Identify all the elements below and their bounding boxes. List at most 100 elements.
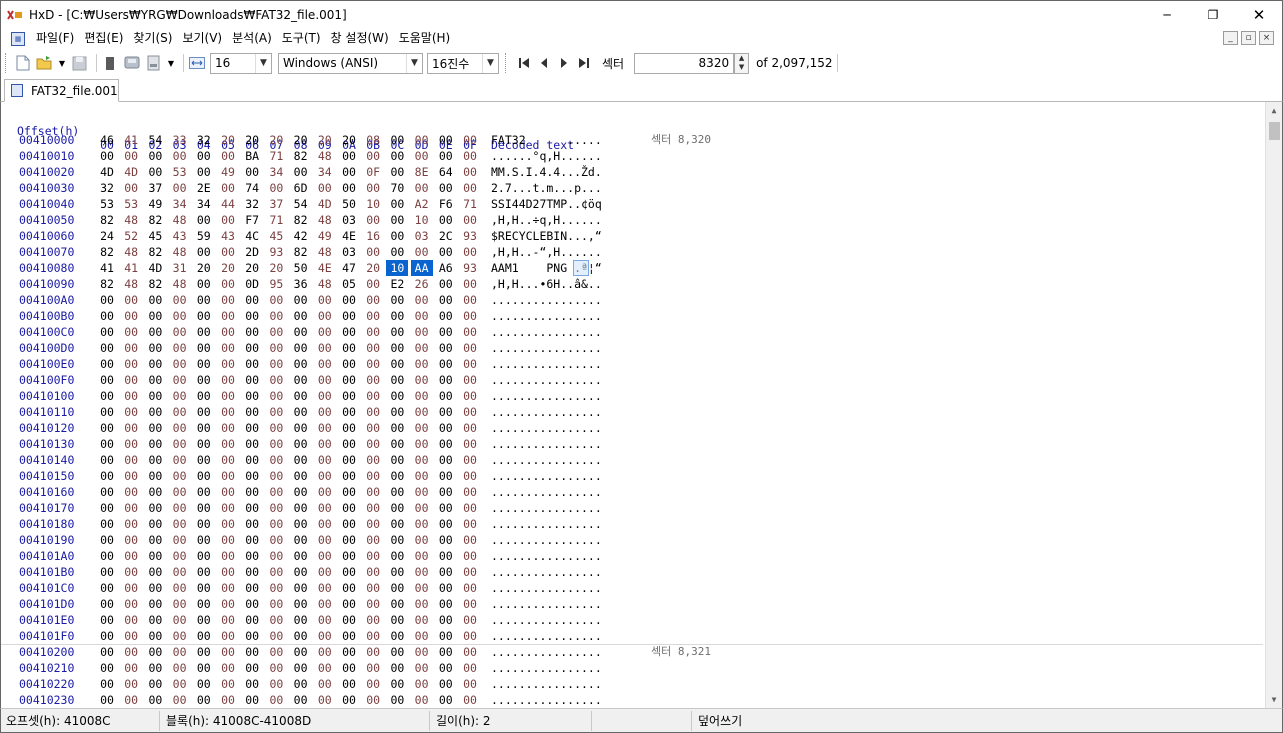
- decoded-text[interactable]: ................: [491, 548, 602, 564]
- hex-byte[interactable]: 26: [411, 276, 433, 292]
- hex-byte[interactable]: 00: [193, 356, 215, 372]
- hex-byte[interactable]: 00: [338, 164, 360, 180]
- hex-byte[interactable]: 00: [217, 484, 239, 500]
- hex-byte[interactable]: 00: [459, 580, 481, 596]
- hex-byte[interactable]: 00: [435, 404, 457, 420]
- hex-byte[interactable]: 00: [435, 420, 457, 436]
- hex-byte[interactable]: 00: [193, 212, 215, 228]
- decoded-text[interactable]: ................: [491, 484, 602, 500]
- hex-byte[interactable]: 00: [362, 372, 384, 388]
- charset-select[interactable]: Windows (ANSI) ▼: [278, 52, 423, 74]
- hex-byte[interactable]: 00: [435, 692, 457, 708]
- hex-byte[interactable]: 00: [459, 516, 481, 532]
- hex-byte[interactable]: 00: [217, 452, 239, 468]
- hex-byte[interactable]: 34: [265, 164, 287, 180]
- hex-byte[interactable]: 00: [362, 308, 384, 324]
- hex-byte[interactable]: 00: [241, 164, 263, 180]
- hex-byte[interactable]: 00: [193, 420, 215, 436]
- hex-byte[interactable]: 00: [435, 596, 457, 612]
- decoded-text[interactable]: 2.7...t.m...p...: [491, 180, 602, 196]
- hex-byte[interactable]: 00: [169, 452, 191, 468]
- hex-byte[interactable]: 82: [144, 212, 166, 228]
- hex-byte[interactable]: 00: [411, 660, 433, 676]
- hex-byte[interactable]: 00: [265, 292, 287, 308]
- hex-byte[interactable]: 00: [241, 580, 263, 596]
- hex-byte[interactable]: 00: [96, 420, 118, 436]
- hex-byte[interactable]: 00: [265, 628, 287, 644]
- hex-byte[interactable]: 82: [96, 276, 118, 292]
- hex-byte[interactable]: 00: [459, 388, 481, 404]
- hex-byte[interactable]: 50: [338, 196, 360, 212]
- hex-byte[interactable]: 00: [265, 356, 287, 372]
- hex-byte[interactable]: 00: [290, 612, 312, 628]
- hex-byte[interactable]: 00: [386, 228, 408, 244]
- hex-byte[interactable]: 00: [193, 404, 215, 420]
- hex-byte[interactable]: 00: [338, 660, 360, 676]
- hex-byte[interactable]: 00: [459, 596, 481, 612]
- hex-byte[interactable]: 00: [169, 612, 191, 628]
- hex-byte[interactable]: 00: [217, 340, 239, 356]
- hex-byte[interactable]: 00: [217, 404, 239, 420]
- menu-file[interactable]: 파일(F): [31, 28, 79, 49]
- hex-byte[interactable]: 00: [459, 692, 481, 708]
- hex-byte[interactable]: AA: [410, 260, 433, 276]
- hex-byte[interactable]: 82: [290, 244, 312, 260]
- hex-byte[interactable]: 00: [362, 500, 384, 516]
- hex-byte[interactable]: 00: [362, 516, 384, 532]
- offset-base-select[interactable]: 16진수 ▼: [427, 52, 499, 74]
- hex-byte[interactable]: 32: [193, 132, 215, 148]
- hex-byte[interactable]: 00: [193, 548, 215, 564]
- hex-byte[interactable]: 00: [362, 484, 384, 500]
- document-menu-icon[interactable]: ▦: [11, 31, 25, 46]
- hex-byte[interactable]: 00: [265, 532, 287, 548]
- hex-byte[interactable]: 00: [96, 388, 118, 404]
- hex-byte[interactable]: 00: [362, 548, 384, 564]
- hex-byte[interactable]: 00: [435, 436, 457, 452]
- hex-byte[interactable]: 00: [435, 500, 457, 516]
- hex-byte[interactable]: 00: [459, 292, 481, 308]
- hex-byte[interactable]: 00: [241, 500, 263, 516]
- hex-byte[interactable]: 00: [411, 244, 433, 260]
- hex-byte[interactable]: 00: [144, 148, 166, 164]
- hex-byte[interactable]: 00: [459, 180, 481, 196]
- hex-byte[interactable]: 00: [435, 276, 457, 292]
- hex-byte[interactable]: 00: [314, 612, 336, 628]
- hex-byte[interactable]: 00: [217, 244, 239, 260]
- hex-byte[interactable]: 00: [362, 404, 384, 420]
- hex-byte[interactable]: 45: [265, 228, 287, 244]
- hex-byte[interactable]: 00: [290, 468, 312, 484]
- hex-byte[interactable]: 20: [217, 132, 239, 148]
- hex-byte[interactable]: 43: [169, 228, 191, 244]
- hex-byte[interactable]: 20: [265, 260, 287, 276]
- open-folder-icon[interactable]: [36, 54, 54, 72]
- hex-byte[interactable]: 03: [411, 228, 433, 244]
- hex-byte[interactable]: 00: [217, 564, 239, 580]
- hex-byte[interactable]: 00: [338, 356, 360, 372]
- hex-byte[interactable]: 00: [314, 372, 336, 388]
- tab-fat32-file[interactable]: FAT32_file.001: [4, 79, 119, 102]
- hex-byte[interactable]: 00: [217, 596, 239, 612]
- hex-byte[interactable]: 00: [411, 516, 433, 532]
- hex-byte[interactable]: 00: [338, 580, 360, 596]
- hex-byte[interactable]: 00: [386, 324, 408, 340]
- hex-byte[interactable]: 03: [338, 212, 360, 228]
- hex-byte[interactable]: 49: [314, 228, 336, 244]
- hex-byte[interactable]: 20: [193, 260, 215, 276]
- hex-byte[interactable]: 00: [386, 340, 408, 356]
- hex-byte[interactable]: 00: [386, 676, 408, 692]
- hex-byte[interactable]: 00: [338, 420, 360, 436]
- hex-byte[interactable]: 00: [265, 516, 287, 532]
- hex-byte[interactable]: 00: [459, 324, 481, 340]
- hex-byte[interactable]: 37: [265, 196, 287, 212]
- hex-byte[interactable]: 00: [459, 164, 481, 180]
- hex-byte[interactable]: 00: [120, 500, 142, 516]
- hex-byte[interactable]: 00: [265, 452, 287, 468]
- hex-byte[interactable]: 00: [193, 484, 215, 500]
- hex-byte[interactable]: 00: [120, 436, 142, 452]
- decoded-text[interactable]: ................: [491, 468, 602, 484]
- hex-byte[interactable]: 00: [435, 580, 457, 596]
- hex-byte[interactable]: 00: [435, 676, 457, 692]
- hex-byte[interactable]: 00: [338, 388, 360, 404]
- hex-byte[interactable]: 00: [193, 516, 215, 532]
- hex-byte[interactable]: 47: [338, 260, 360, 276]
